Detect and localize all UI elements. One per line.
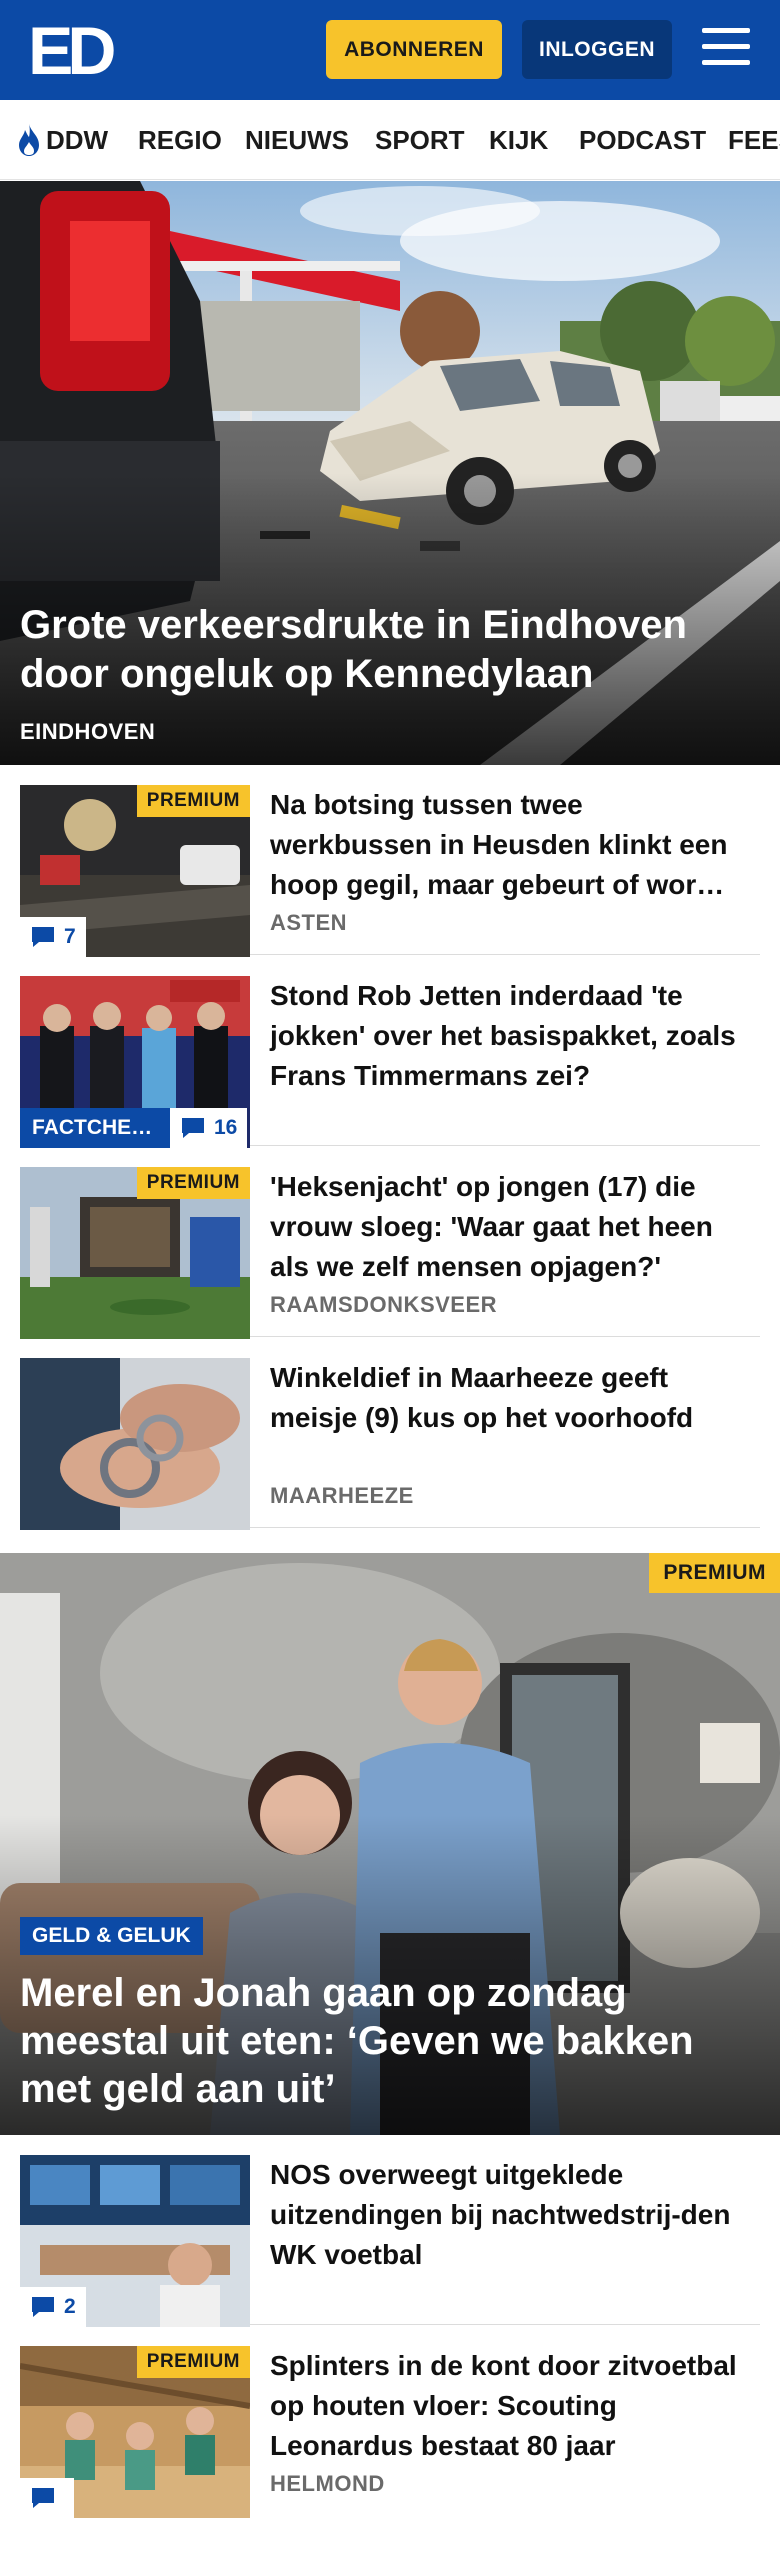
flame-icon <box>19 124 39 156</box>
hero-title[interactable]: Grote verkeersdrukte in Eindhoven door o… <box>20 601 720 699</box>
site-header: ED ABONNEREN INLOGGEN <box>0 0 780 100</box>
comment-count-value: 2 <box>64 2295 76 2318</box>
comment-count[interactable]: 7 <box>20 917 86 957</box>
factcheck-label: FACTCHECK <box>20 1108 170 1148</box>
article-location: RAAMSDONKSVEER <box>270 1292 498 1317</box>
article-item[interactable]: PREMIUM Splinters in de kont door zitvoe… <box>20 2326 760 2518</box>
feature-article[interactable]: PREMIUM GELD & GELUK Merel en Jonah gaan… <box>0 1553 780 2135</box>
feature-title[interactable]: Merel en Jonah gaan op zondag meestal ui… <box>20 1969 740 2113</box>
nav-item-sport[interactable]: SPORT <box>375 100 465 179</box>
subscribe-button[interactable]: ABONNEREN <box>326 20 502 79</box>
login-button[interactable]: INLOGGEN <box>522 20 672 79</box>
article-item[interactable]: PREMIUM 7 Na botsing tussen twee werkbus… <box>20 765 760 957</box>
comment-count-value: 7 <box>64 925 76 948</box>
article-thumbnail <box>20 1358 250 1530</box>
ed-logo[interactable]: ED <box>28 18 114 82</box>
article-location: ASTEN <box>270 910 348 935</box>
nav-item-podcast[interactable]: PODCAST <box>579 100 706 179</box>
comment-count-value: 16 <box>214 1116 238 1139</box>
comment-count[interactable] <box>20 2478 74 2518</box>
nav-item-kijk[interactable]: KIJK <box>489 100 548 179</box>
premium-badge: PREMIUM <box>136 1167 250 1199</box>
article-item[interactable]: PREMIUM 'Heksenjacht' op jongen (17) die… <box>20 1147 760 1339</box>
article-thumbnail: FACTCHECK 16 <box>20 976 250 1148</box>
article-thumbnail: PREMIUM <box>20 2346 250 2518</box>
hamburger-menu-icon[interactable] <box>698 24 754 74</box>
premium-badge: PREMIUM <box>649 1553 780 1593</box>
comment-icon <box>182 1118 204 1138</box>
hero-article[interactable]: Grote verkeersdrukte in Eindhoven door o… <box>0 181 780 765</box>
comment-count[interactable]: 16 <box>170 1108 248 1148</box>
article-location: HELMOND <box>270 2471 385 2496</box>
nav-item-nieuws[interactable]: NIEUWS <box>245 100 349 179</box>
article-item[interactable]: 2 NOS overweegt uitgeklede uitzendingen … <box>20 2135 760 2327</box>
nav-item-ddw[interactable]: DDW <box>16 100 109 179</box>
article-title[interactable]: Stond Rob Jetten inderdaad 'te jokken' o… <box>270 976 740 1096</box>
article-title[interactable]: Na botsing tussen twee werkbussen in Heu… <box>270 785 740 905</box>
hero-location: EINDHOVEN <box>20 719 156 744</box>
comment-icon <box>32 927 54 947</box>
article-thumbnail: PREMIUM 7 <box>20 785 250 957</box>
comment-icon <box>32 2297 54 2317</box>
article-title[interactable]: Splinters in de kont door zitvoetbal op … <box>270 2346 740 2466</box>
nav-label: DDW <box>46 124 109 155</box>
category-tag[interactable]: GELD & GELUK <box>20 1917 203 1955</box>
article-title[interactable]: 'Heksenjacht' op jongen (17) die vrouw s… <box>270 1167 740 1287</box>
svg-text:ED: ED <box>28 18 114 82</box>
premium-badge: PREMIUM <box>136 785 250 817</box>
nav-item-regio[interactable]: REGIO <box>138 100 222 179</box>
article-item[interactable]: FACTCHECK 16 Stond Rob Jetten inderdaad … <box>20 956 760 1148</box>
comment-count[interactable]: 2 <box>20 2287 86 2327</box>
premium-badge: PREMIUM <box>136 2346 250 2378</box>
article-item[interactable]: Winkeldief in Maarheeze geeft meisje (9)… <box>20 1338 760 1530</box>
nav-item-feest[interactable]: FEEST <box>728 100 780 179</box>
article-thumbnail: PREMIUM <box>20 1167 250 1339</box>
article-location: MAARHEEZE <box>270 1483 414 1508</box>
article-title[interactable]: Winkeldief in Maarheeze geeft meisje (9)… <box>270 1358 740 1438</box>
section-nav: DDW REGIO NIEUWS SPORT KIJK PODCAST FEES… <box>0 100 780 180</box>
article-title[interactable]: NOS overweegt uitgeklede uitzendingen bi… <box>270 2155 740 2275</box>
article-thumbnail: 2 <box>20 2155 250 2327</box>
comment-icon <box>32 2488 54 2508</box>
